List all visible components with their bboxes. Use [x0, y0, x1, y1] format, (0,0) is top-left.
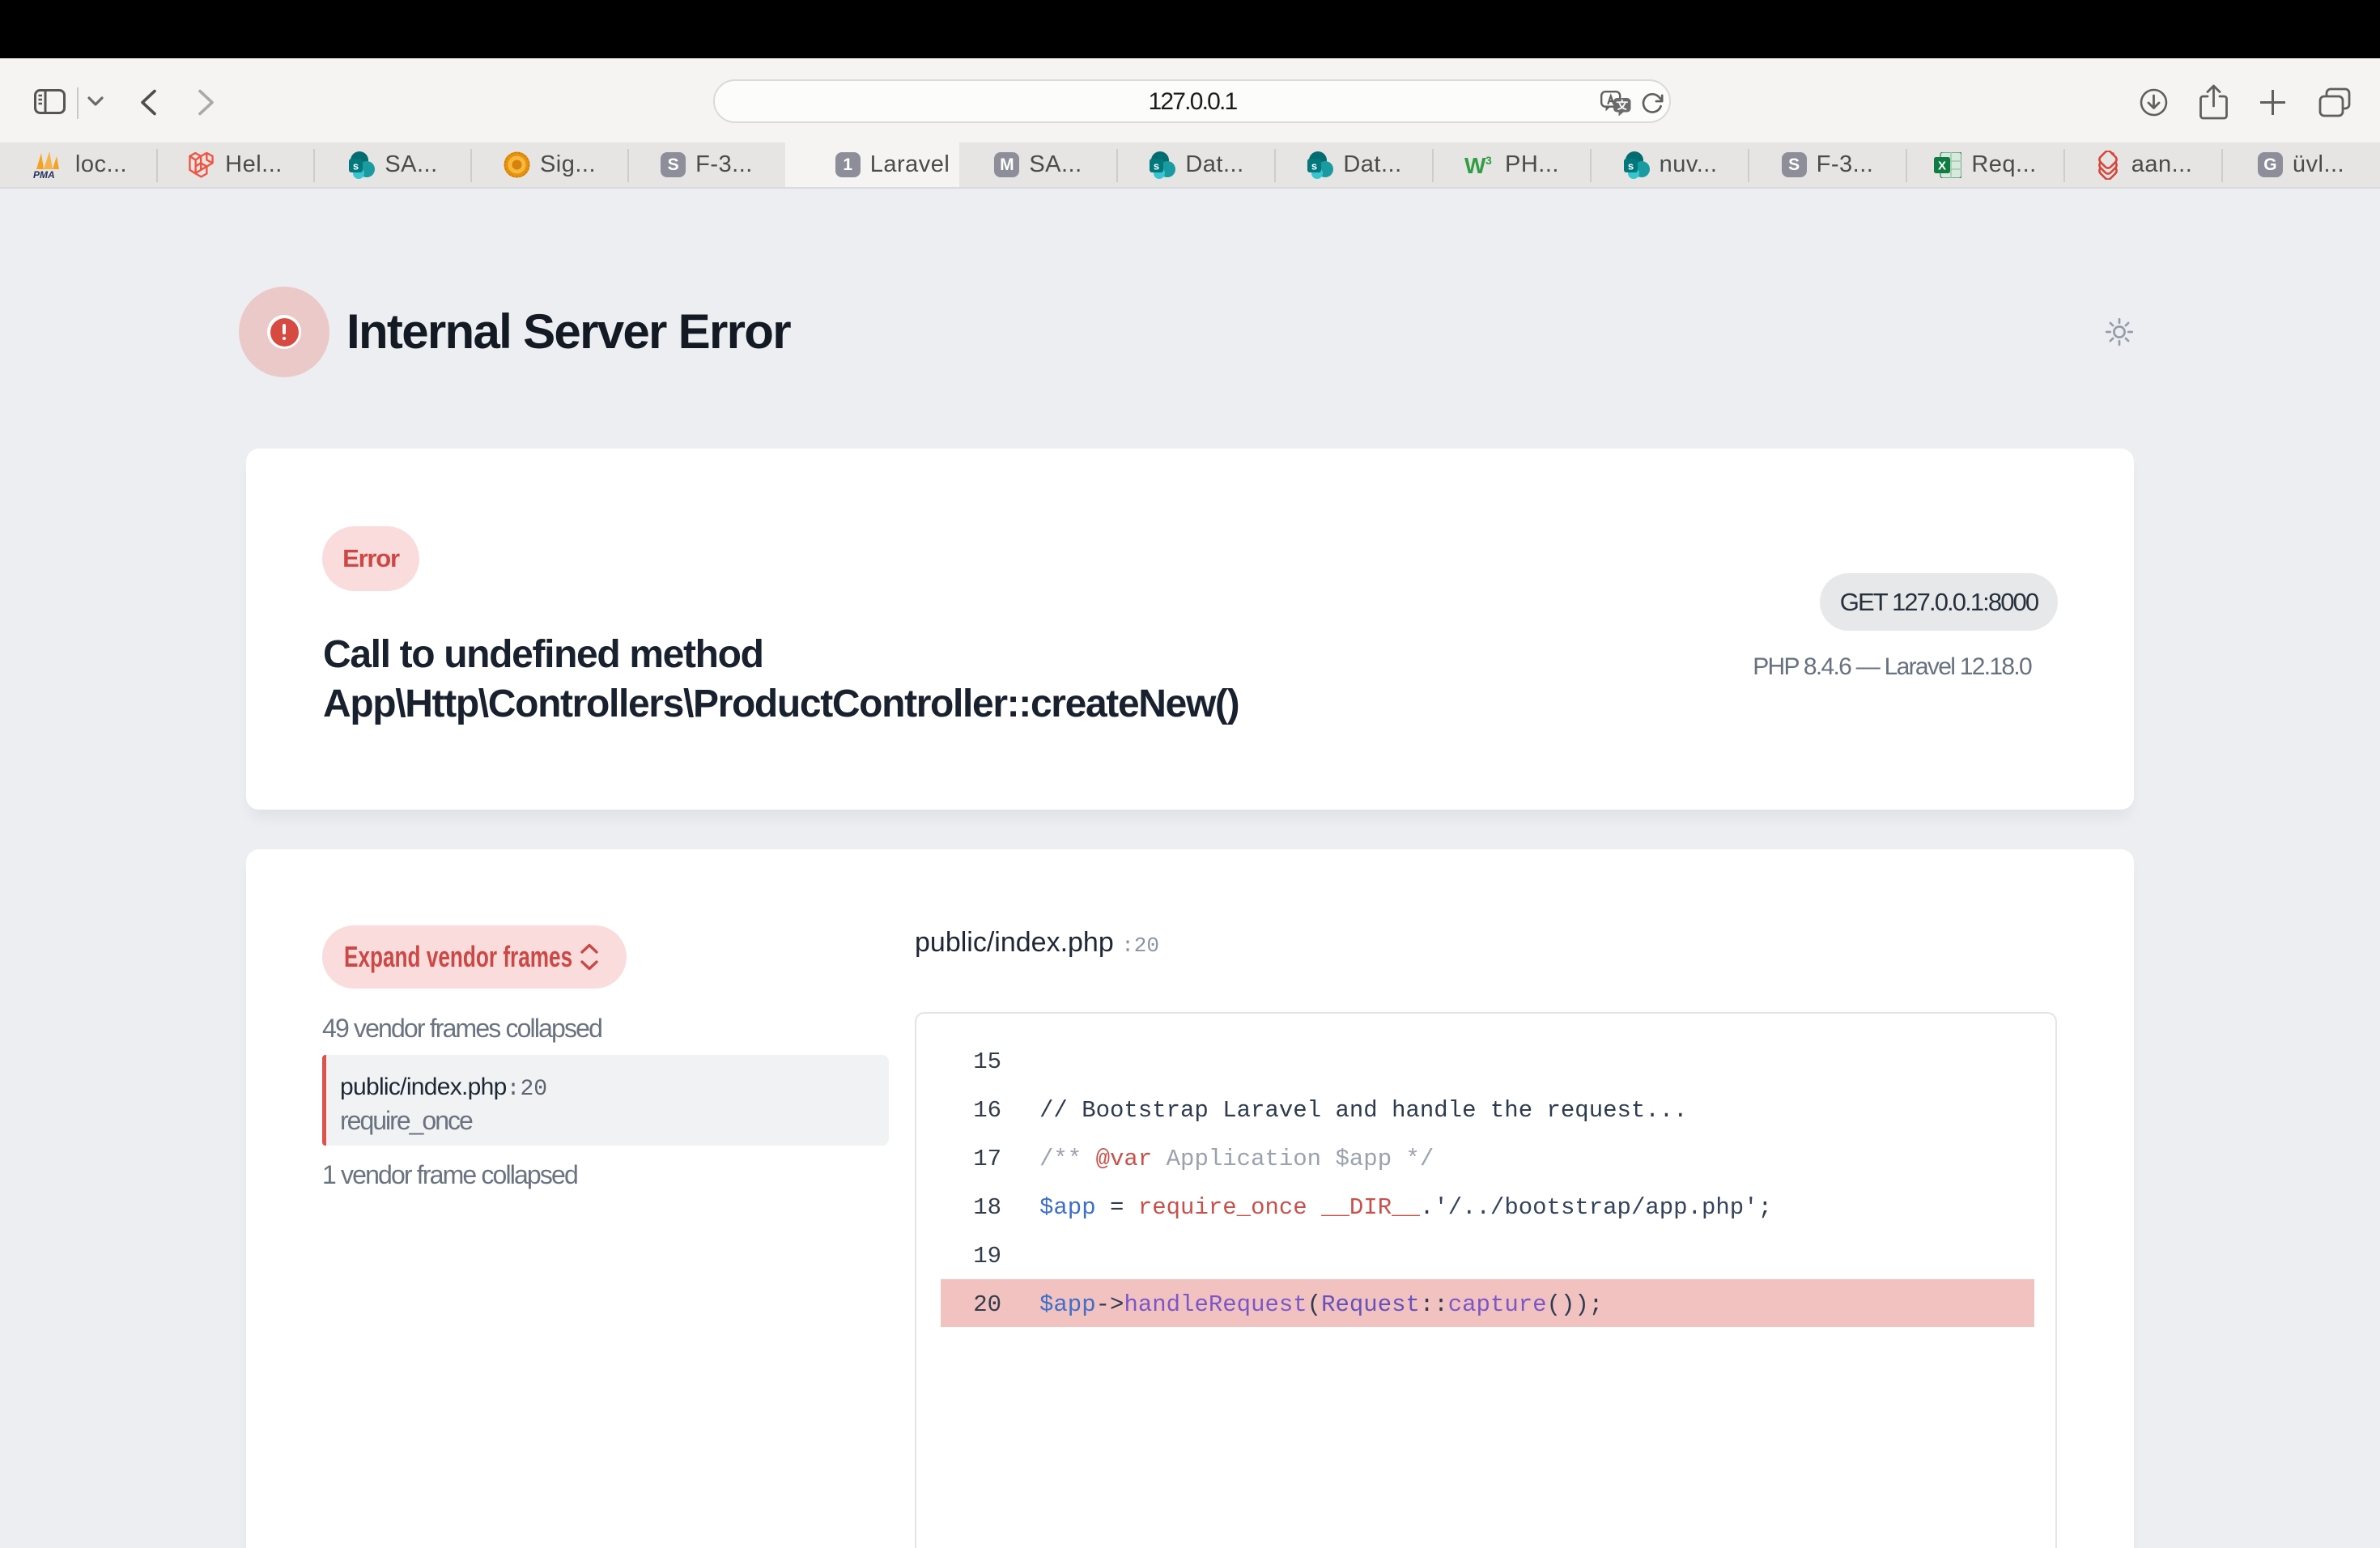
svg-text:s: s — [1627, 159, 1633, 172]
svg-text:PMA: PMA — [33, 169, 55, 179]
svg-text:s: s — [1154, 159, 1159, 172]
svg-text:s: s — [353, 159, 359, 172]
svg-text:3: 3 — [1485, 154, 1492, 167]
svg-text:W: W — [1464, 153, 1486, 177]
svg-text:X: X — [1938, 159, 1946, 172]
svg-text:s: s — [1311, 159, 1317, 172]
